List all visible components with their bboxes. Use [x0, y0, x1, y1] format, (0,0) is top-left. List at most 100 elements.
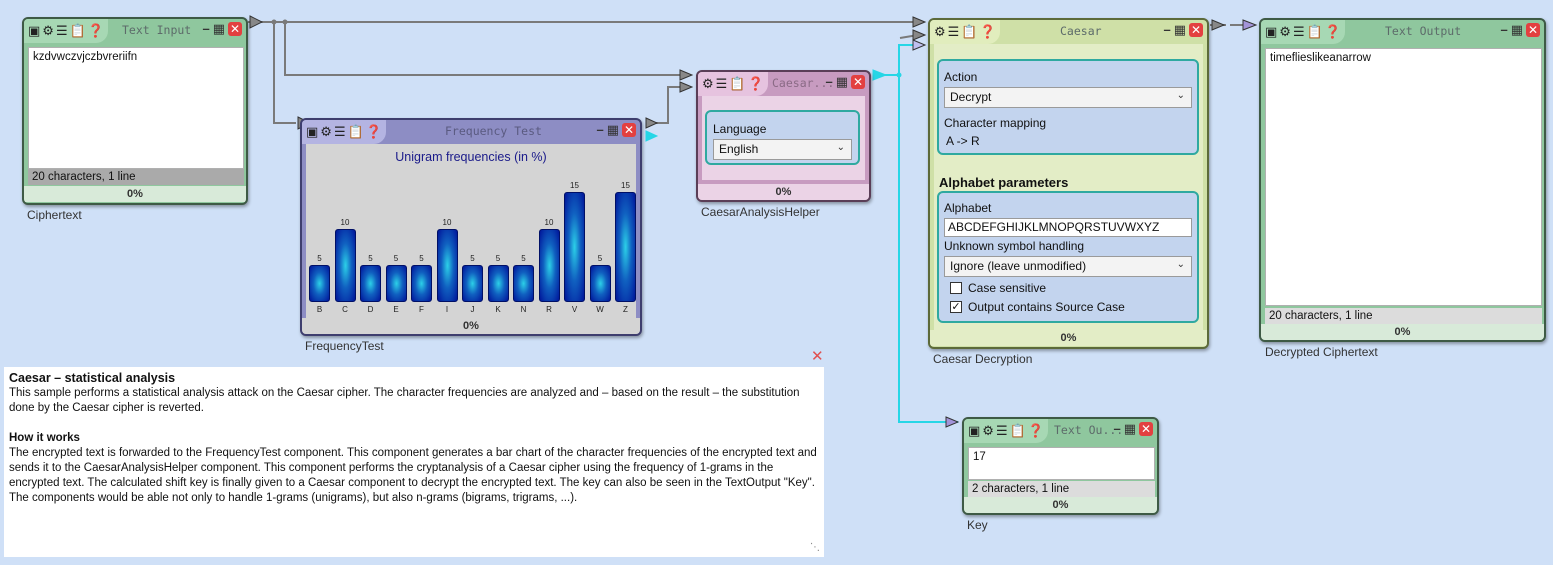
presentation-icon[interactable]: ▣ — [306, 125, 318, 139]
wire-input-to-frequency — [273, 22, 296, 124]
maximize-icon[interactable]: ▦ — [836, 74, 848, 90]
close-icon[interactable]: ✕ — [1189, 23, 1203, 37]
frequency-test-component[interactable]: ▣ ⚙ ☰ 📋 ❓ Frequency Test – ▦ ✕ Unigram f… — [300, 118, 642, 336]
presentation-icon[interactable]: ▣ — [1265, 25, 1277, 39]
alphabet-label: Alphabet — [944, 201, 992, 215]
language-select[interactable]: English ⌄ — [713, 139, 852, 160]
text-input-component[interactable]: ▣ ⚙ ☰ 📋 ❓ Text Input – ▦ ✕ kzdvwczvjczbv… — [22, 17, 248, 205]
maximize-icon[interactable]: ▦ — [213, 21, 225, 37]
gear-icon[interactable]: ⚙ — [42, 24, 54, 38]
bar-category-label: I — [445, 305, 449, 314]
gear-icon[interactable]: ⚙ — [1279, 25, 1291, 39]
description-panel: Caesar – statistical analysis This sampl… — [4, 367, 824, 557]
description-closing: The components would be able not only to… — [9, 492, 578, 504]
settings-area: Language English ⌄ — [702, 96, 865, 180]
bar-V — [564, 192, 585, 302]
close-info-icon[interactable]: ✕ — [811, 347, 824, 365]
help-icon[interactable]: ❓ — [1325, 25, 1341, 39]
bar-R — [538, 228, 560, 302]
component-titlebar[interactable]: ⚙ ☰ 📋 ❓ Caesar – ▦ ✕ — [930, 20, 1207, 44]
minimize-icon[interactable]: – — [1500, 22, 1507, 38]
bar-Z — [615, 192, 636, 302]
log-icon[interactable]: ☰ — [716, 77, 728, 91]
maximize-icon[interactable]: ▦ — [1124, 421, 1136, 437]
close-icon[interactable]: ✕ — [1526, 23, 1540, 37]
component-caption: Key — [967, 518, 988, 532]
chart-area: Unigram frequencies (in %) 5 B 10 C 5 D 5 E 5 F 10… — [306, 144, 636, 318]
close-icon[interactable]: ✕ — [622, 123, 636, 137]
log-icon[interactable]: ☰ — [56, 24, 68, 38]
caesar-analysis-helper-component[interactable]: ⚙ ☰ 📋 ❓ Caesar... – ▦ ✕ Language English… — [696, 70, 871, 202]
clipboard-icon[interactable]: 📋 — [1307, 25, 1323, 39]
clipboard-icon[interactable]: 📋 — [348, 125, 364, 139]
progress-percent: 0% — [930, 330, 1207, 346]
minimize-icon[interactable]: – — [596, 122, 603, 138]
text-output-field[interactable]: timeflieslikeanarrow — [1265, 48, 1542, 306]
help-icon[interactable]: ❓ — [88, 24, 104, 38]
log-icon[interactable]: ☰ — [948, 25, 960, 39]
gear-icon[interactable]: ⚙ — [982, 424, 994, 438]
description-intro: This sample performs a statistical analy… — [9, 387, 800, 414]
clipboard-icon[interactable]: 📋 — [70, 24, 86, 38]
help-icon[interactable]: ❓ — [1028, 424, 1044, 438]
maximize-icon[interactable]: ▦ — [607, 122, 619, 138]
component-titlebar[interactable]: ▣ ⚙ ☰ 📋 ❓ Text Output – ▦ ✕ — [1261, 20, 1544, 44]
log-icon[interactable]: ☰ — [1293, 25, 1305, 39]
minimize-icon[interactable]: – — [1113, 421, 1120, 437]
unknown-symbol-select[interactable]: Ignore (leave unmodified) ⌄ — [944, 256, 1192, 277]
component-titlebar[interactable]: ▣ ⚙ ☰ 📋 ❓ Text Input – ▦ ✕ — [24, 19, 246, 43]
log-icon[interactable]: ☰ — [996, 424, 1008, 438]
key-output-field[interactable]: 17 — [968, 447, 1155, 480]
component-titlebar[interactable]: ▣ ⚙ ☰ 📋 ❓ Text Ou... – ▦ ✕ — [964, 419, 1157, 443]
clipboard-icon[interactable]: 📋 — [1010, 424, 1026, 438]
resize-grip-icon[interactable]: ⋱ — [810, 540, 820, 555]
gear-icon[interactable]: ⚙ — [934, 25, 946, 39]
source-case-checkbox[interactable]: ✓ — [950, 301, 962, 313]
help-icon[interactable]: ❓ — [366, 125, 382, 139]
bar-value-label: 15 — [570, 181, 579, 190]
minimize-icon[interactable]: – — [1163, 22, 1170, 38]
text-input-field[interactable]: kzdvwczvjczbvreriifn — [28, 47, 244, 169]
component-titlebar[interactable]: ⚙ ☰ 📋 ❓ Caesar... – ▦ ✕ — [698, 72, 869, 96]
alphabet-input[interactable]: ABCDEFGHIJKLMNOPQRSTUVWXYZ — [944, 218, 1192, 237]
text-output-component[interactable]: ▣ ⚙ ☰ 📋 ❓ Text Output – ▦ ✕ timeflieslik… — [1259, 18, 1546, 342]
maximize-icon[interactable]: ▦ — [1174, 22, 1186, 38]
presentation-icon[interactable]: ▣ — [968, 424, 980, 438]
action-selected-value: Decrypt — [950, 90, 992, 104]
clipboard-icon[interactable]: 📋 — [961, 25, 977, 39]
log-icon[interactable]: ☰ — [334, 125, 346, 139]
character-mapping-value: A -> R — [946, 134, 980, 148]
gear-icon[interactable]: ⚙ — [320, 125, 332, 139]
maximize-icon[interactable]: ▦ — [1511, 22, 1523, 38]
case-sensitive-checkbox[interactable] — [950, 282, 962, 294]
clipboard-icon[interactable]: 📋 — [729, 77, 745, 91]
help-icon[interactable]: ❓ — [748, 77, 764, 91]
bar-E — [385, 265, 407, 302]
close-icon[interactable]: ✕ — [851, 75, 865, 89]
source-case-label: Output contains Source Case — [968, 300, 1125, 314]
help-icon[interactable]: ❓ — [980, 25, 996, 39]
gear-icon[interactable]: ⚙ — [702, 77, 714, 91]
bar-B — [309, 265, 330, 302]
bar-category-label: D — [367, 305, 374, 314]
input-arrow-icon — [912, 16, 927, 28]
output-arrow-icon — [872, 69, 888, 81]
key-output-component[interactable]: ▣ ⚙ ☰ 📋 ❓ Text Ou... – ▦ ✕ 17 2 characte… — [962, 417, 1159, 515]
minimize-icon[interactable]: – — [825, 74, 832, 90]
language-label: Language — [713, 122, 767, 136]
action-select[interactable]: Decrypt ⌄ — [944, 87, 1192, 108]
caesar-component[interactable]: ⚙ ☰ 📋 ❓ Caesar – ▦ ✕ Action Decrypt ⌄ Ch… — [928, 18, 1209, 349]
close-icon[interactable]: ✕ — [228, 22, 242, 36]
minimize-icon[interactable]: – — [202, 21, 209, 37]
text-status: 20 characters, 1 line — [28, 169, 244, 185]
bar-I — [436, 228, 458, 302]
bar-value-label: 10 — [340, 217, 350, 227]
progress-percent: 0% — [964, 497, 1157, 513]
component-titlebar[interactable]: ▣ ⚙ ☰ 📋 ❓ Frequency Test – ▦ ✕ — [302, 120, 640, 144]
presentation-icon[interactable]: ▣ — [28, 24, 40, 38]
close-icon[interactable]: ✕ — [1139, 422, 1153, 436]
description-heading: Caesar – statistical analysis — [9, 371, 176, 385]
progress-percent: 0% — [302, 318, 640, 334]
bar-K — [487, 265, 509, 302]
wire-key-to-caesar — [898, 44, 918, 75]
